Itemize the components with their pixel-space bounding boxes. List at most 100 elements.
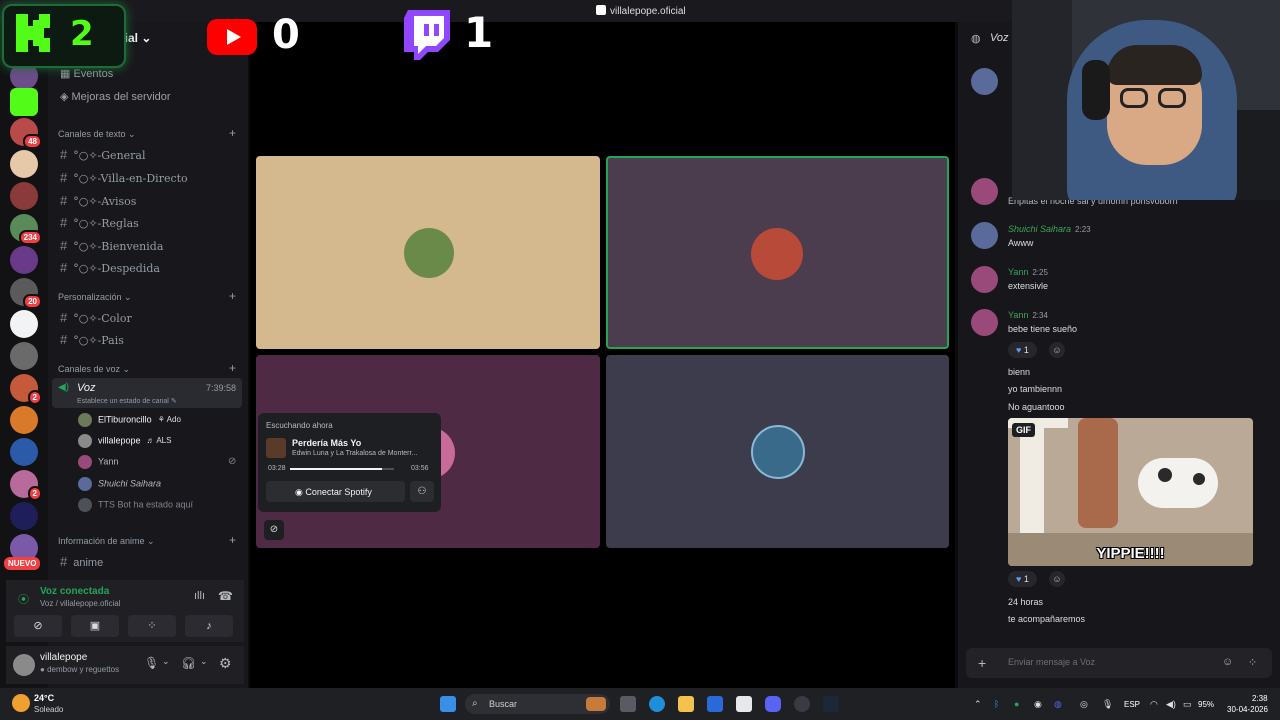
camera-button[interactable]: ⊘ xyxy=(14,615,62,637)
clock-date[interactable]: 30-04-2026 xyxy=(1227,705,1268,714)
message-author[interactable]: Yann 2:25 xyxy=(1008,267,1048,277)
chevron-up-icon[interactable]: ⌃ xyxy=(974,699,982,710)
channel-bienvenida[interactable]: # °○✧-Bienvenida xyxy=(60,238,163,253)
youtube-logo-icon xyxy=(207,19,257,55)
voice-user[interactable]: Yann xyxy=(78,455,118,471)
plus-icon[interactable]: + xyxy=(978,655,986,671)
server-icon[interactable] xyxy=(10,150,38,178)
soundboard-button[interactable]: ♪ xyxy=(185,615,233,637)
server-icon[interactable] xyxy=(10,182,38,210)
category-personalization[interactable]: Personalización ⌄ xyxy=(58,292,132,303)
nav-events[interactable]: ▦ Eventos xyxy=(60,67,113,80)
file-explorer-icon[interactable] xyxy=(678,696,694,712)
weather-description[interactable]: Soleado xyxy=(34,705,63,714)
add-reaction-icon[interactable]: ☺ xyxy=(1049,342,1065,358)
microphone-icon[interactable]: 🎙︎ xyxy=(1102,699,1113,710)
avatar[interactable] xyxy=(971,178,998,205)
server-icon[interactable] xyxy=(10,438,38,466)
channel-pais[interactable]: # °○✧-Pais xyxy=(60,332,124,347)
gear-icon[interactable]: ⚙ xyxy=(219,655,232,672)
discord-tray-icon[interactable]: ◍ xyxy=(1054,699,1062,710)
blue-heart-icon: ♥ xyxy=(1016,345,1022,355)
language-indicator[interactable]: ESP xyxy=(1124,700,1140,709)
chevron-down-icon[interactable]: ⌄ xyxy=(162,656,170,667)
avatar[interactable] xyxy=(13,654,35,676)
add-channel-icon[interactable]: + xyxy=(229,533,236,547)
server-icon[interactable]: 2 xyxy=(10,470,42,501)
category-anime-info[interactable]: Información de anime ⌄ xyxy=(58,536,155,547)
voice-user[interactable]: villalepope ♬ ALS xyxy=(78,434,171,450)
category-text-channels[interactable]: Canales de texto ⌄ xyxy=(58,129,136,140)
channel-anime[interactable]: # anime xyxy=(60,554,103,569)
steam-icon[interactable] xyxy=(823,696,839,712)
activities-button[interactable]: ⁘ xyxy=(128,615,176,637)
server-icon[interactable]: 20 xyxy=(10,278,42,309)
channel-reglas[interactable]: # °○✧-Reglas xyxy=(60,215,139,230)
server-icon[interactable] xyxy=(10,246,38,274)
server-icon[interactable]: 48 xyxy=(10,118,42,149)
microphone-icon[interactable]: 🎙︎ xyxy=(144,656,159,670)
chevron-down-icon[interactable]: ⌄ xyxy=(200,656,208,667)
store-icon[interactable] xyxy=(736,696,752,712)
task-view-icon[interactable] xyxy=(620,696,636,712)
outlook-icon[interactable] xyxy=(707,696,723,712)
weather-sun-icon[interactable] xyxy=(12,694,30,712)
voice-user[interactable]: Shuichi Saihara xyxy=(78,477,161,493)
nav-server-boost[interactable]: ◈ Mejoras del servidor xyxy=(60,90,171,103)
avatar[interactable] xyxy=(971,222,998,249)
noise-suppression-icon[interactable]: ıllı xyxy=(194,590,205,602)
add-reaction-icon[interactable]: ☺ xyxy=(1049,571,1065,587)
add-channel-icon[interactable]: + xyxy=(229,126,236,140)
disconnect-icon[interactable]: ☎ xyxy=(218,589,233,603)
server-icon[interactable] xyxy=(10,342,38,370)
gif-embed[interactable] xyxy=(1008,418,1253,566)
wifi-icon[interactable]: ◠ xyxy=(1150,699,1158,710)
server-icon[interactable]: 2 xyxy=(10,374,42,405)
server-icon[interactable] xyxy=(10,406,38,434)
reaction-heart[interactable]: ♥ 1 xyxy=(1008,571,1037,587)
avatar[interactable] xyxy=(971,309,998,336)
emoji-icon[interactable]: ☺ xyxy=(1222,656,1233,668)
user-name: villalepope xyxy=(40,652,88,663)
weather-temperature[interactable]: 24°C xyxy=(34,693,54,703)
kick-count: 2 xyxy=(70,14,94,54)
tray-app-icon[interactable]: ● xyxy=(1014,699,1019,709)
message-author[interactable]: Yann 2:34 xyxy=(1008,310,1048,320)
channel-despedida[interactable]: # °○✧-Despedida xyxy=(60,260,160,275)
server-icon-kick[interactable] xyxy=(10,88,38,116)
signal-icon[interactable]: ⦿ xyxy=(18,591,29,607)
server-icon[interactable] xyxy=(10,310,38,338)
avatar[interactable] xyxy=(971,68,998,95)
add-channel-icon[interactable]: + xyxy=(229,361,236,375)
screen-share-button[interactable]: ▣ xyxy=(71,615,119,637)
steam-tray-icon[interactable]: ◉ xyxy=(1034,699,1042,710)
message-author[interactable]: Shuichi Saihara 2:23 xyxy=(1008,224,1091,234)
tray-app-icon[interactable]: ◎ xyxy=(1080,699,1088,710)
windows-start-icon[interactable] xyxy=(440,696,456,712)
channel-villa-en-directo[interactable]: # °○✧-Villa-en-Directo xyxy=(60,170,188,185)
category-voice-channels[interactable]: Canales de voz ⌄ xyxy=(58,364,130,375)
channel-general[interactable]: # °○✧-General xyxy=(60,147,146,162)
obs-icon[interactable] xyxy=(794,696,810,712)
server-icon[interactable] xyxy=(10,502,38,530)
battery-icon[interactable]: ▭ xyxy=(1183,699,1192,710)
server-icon[interactable]: 234 xyxy=(10,214,42,245)
channel-avisos[interactable]: # °○✧-Avisos xyxy=(60,193,136,208)
avatar[interactable] xyxy=(971,266,998,293)
channel-status-input[interactable]: Establece un estado de canal ✎ xyxy=(77,397,177,405)
connection-subtitle[interactable]: Voz / villalepope.oficial xyxy=(40,599,121,608)
reaction-heart[interactable]: ♥ 1 xyxy=(1008,342,1037,358)
channel-color[interactable]: # °○✧-Color xyxy=(60,310,132,325)
battery-level[interactable]: 95% xyxy=(1198,700,1214,709)
voice-user[interactable]: ElTiburoncillo ⚘ Ado xyxy=(78,413,181,429)
apps-icon[interactable]: ⁘ xyxy=(1248,656,1257,669)
add-friend-button[interactable]: ⚇ xyxy=(410,481,434,502)
voice-user[interactable]: TTS Bot ha estado aquí xyxy=(78,498,193,514)
clock-time[interactable]: 2:38 xyxy=(1252,694,1268,703)
volume-icon[interactable]: ◀) xyxy=(1166,699,1176,710)
discord-icon[interactable] xyxy=(765,696,781,712)
edge-icon[interactable] xyxy=(649,696,665,712)
bluetooth-icon[interactable]: ᛒ xyxy=(994,699,999,709)
add-channel-icon[interactable]: + xyxy=(229,289,236,303)
headphones-icon[interactable]: 🎧︎ xyxy=(181,656,196,670)
